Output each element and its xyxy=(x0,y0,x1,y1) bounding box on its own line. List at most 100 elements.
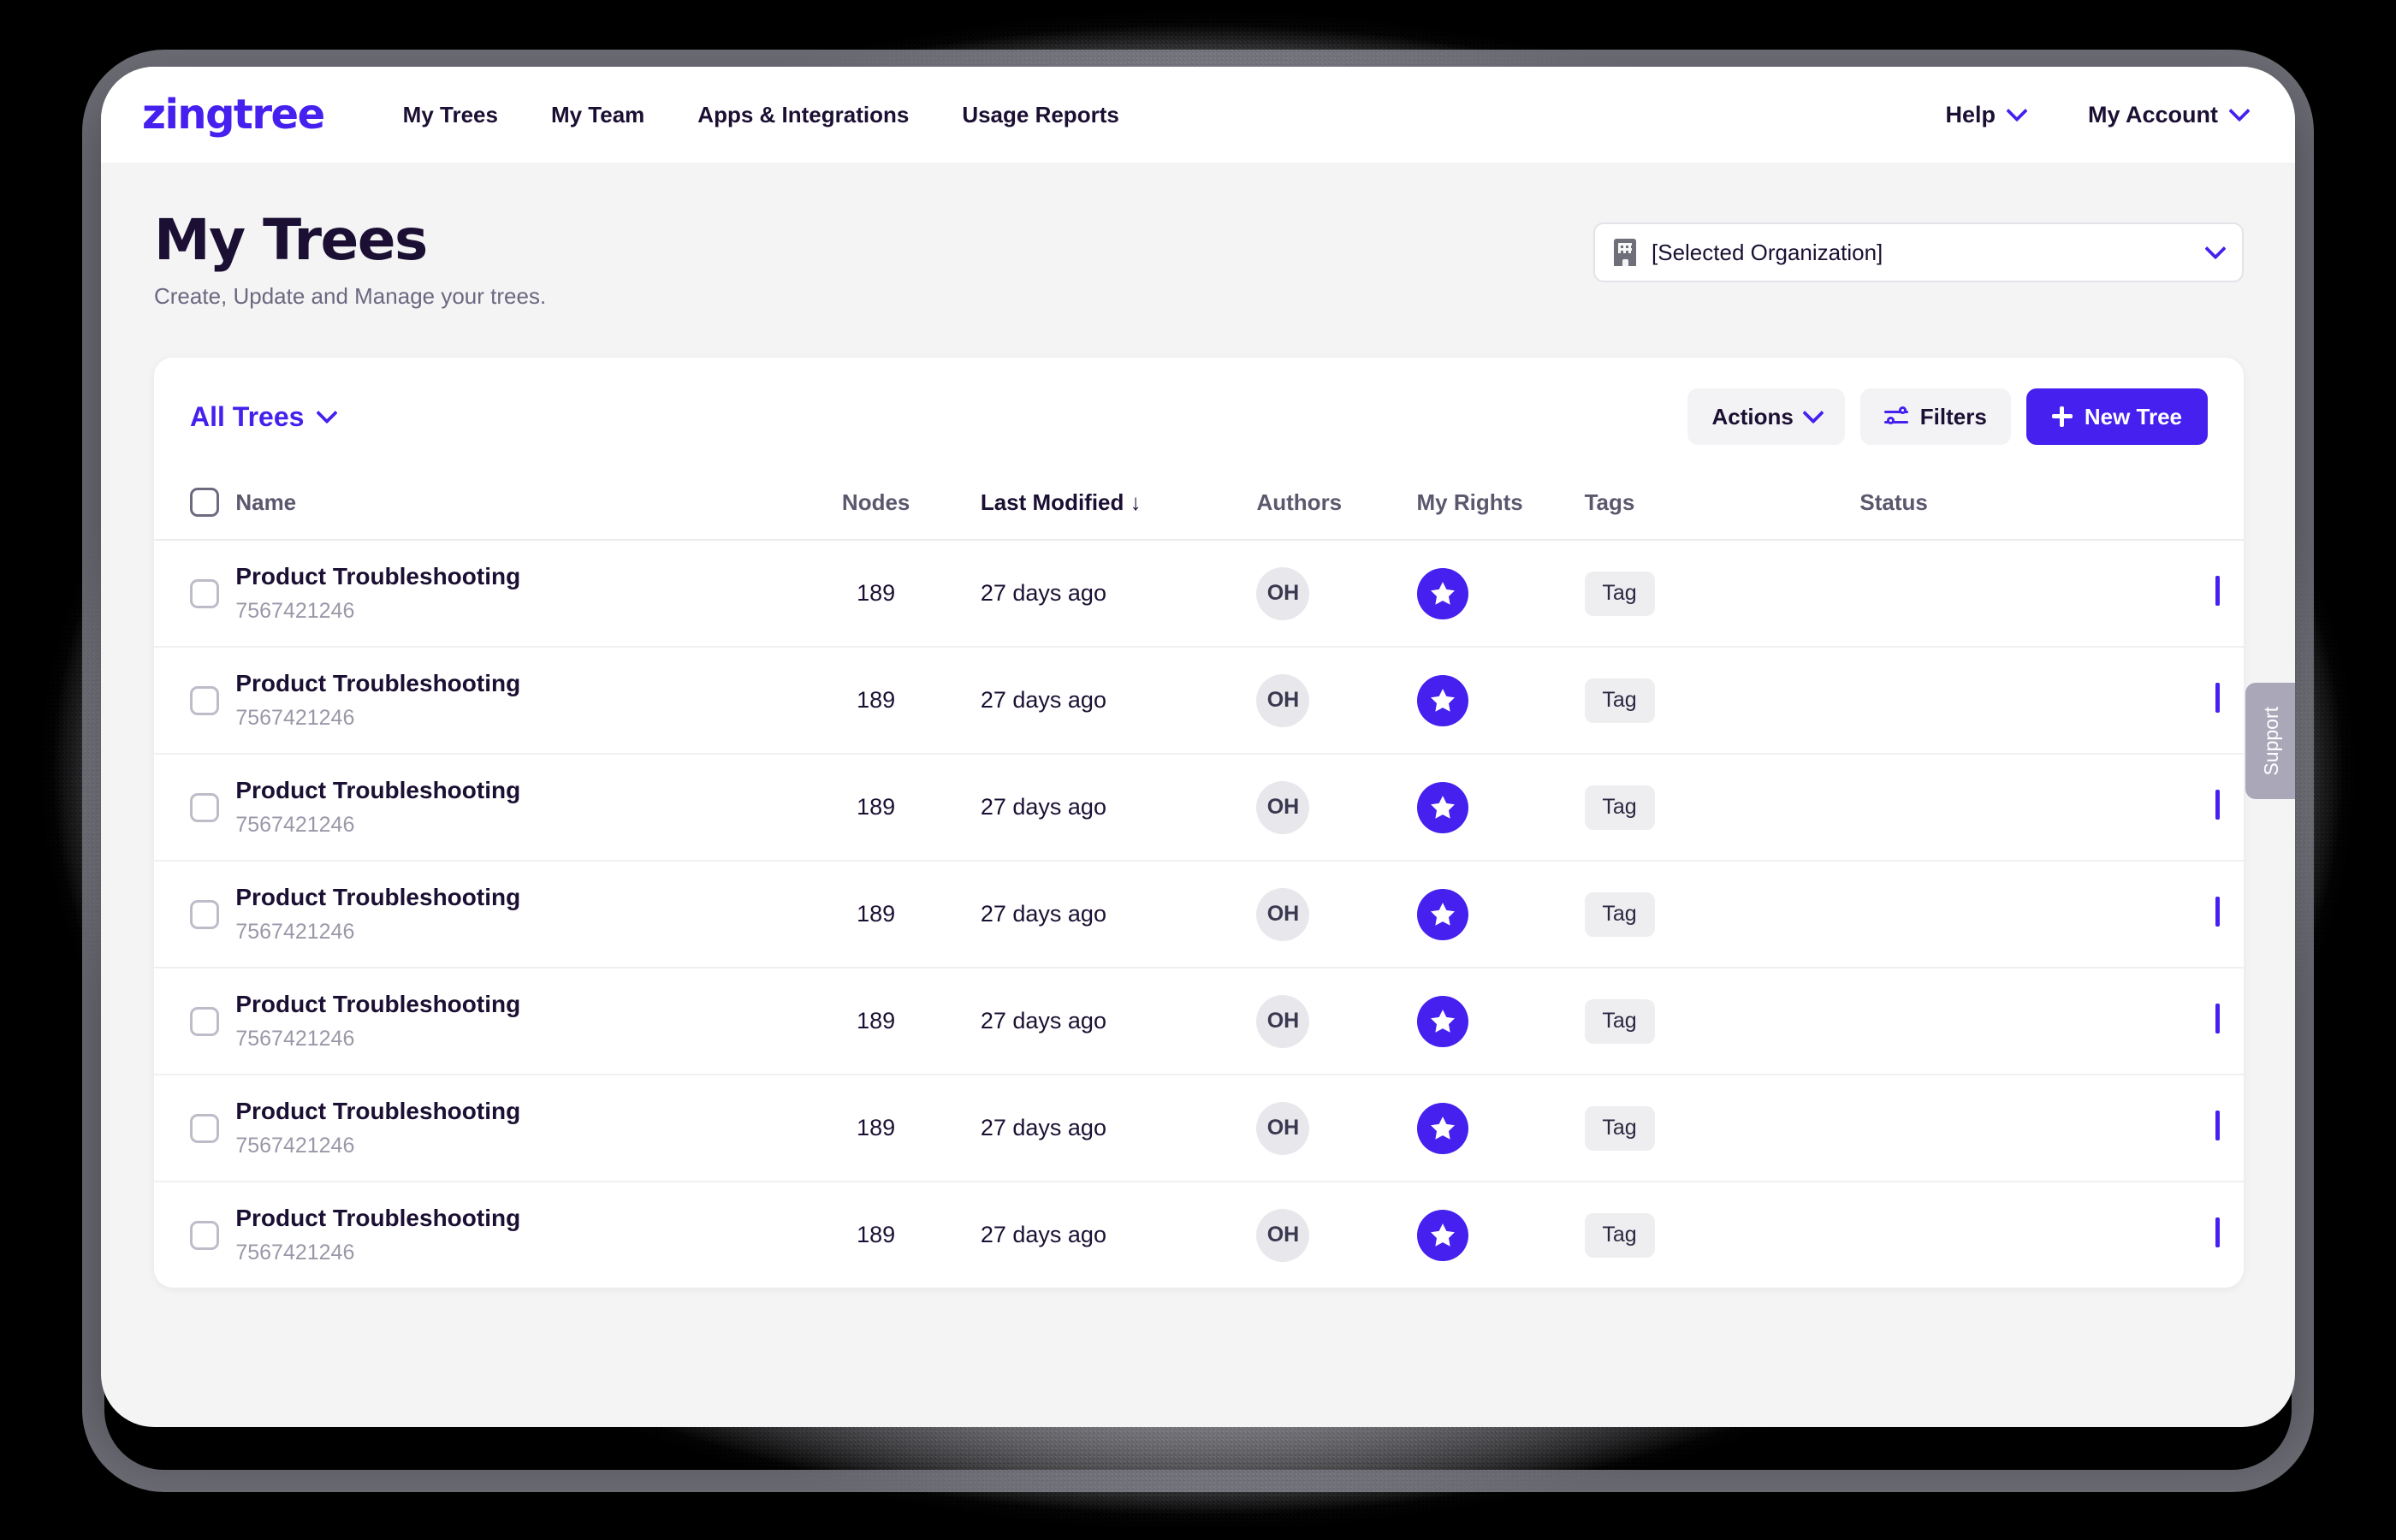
avatar[interactable]: OH xyxy=(1256,673,1310,727)
sliders-icon xyxy=(1883,406,1908,426)
chevron-right-icon[interactable] xyxy=(2215,1004,2220,1034)
avatar[interactable]: OH xyxy=(1256,994,1310,1048)
column-header-authors[interactable]: Authors xyxy=(1256,472,1417,542)
nav-link-my-trees[interactable]: My Trees xyxy=(403,102,498,128)
row-last-modified-cell: 27 days ago xyxy=(980,1222,1106,1248)
filters-button[interactable]: Filters xyxy=(1859,388,2011,446)
table-row[interactable]: Product Troubleshooting 7567421246 189 27 d… xyxy=(154,754,2244,862)
all-trees-filter-dropdown[interactable]: All Trees xyxy=(190,400,339,433)
tag-badge[interactable]: Tag xyxy=(1584,571,1655,616)
row-authors-cell: OH xyxy=(1256,540,1417,649)
actions-button-label: Actions xyxy=(1711,403,1794,429)
tree-name[interactable]: Product Troubleshooting xyxy=(235,563,771,590)
avatar[interactable]: OH xyxy=(1256,566,1310,620)
tag-badge[interactable]: Tag xyxy=(1584,998,1655,1044)
new-tree-button[interactable]: New Tree xyxy=(2025,388,2208,446)
all-trees-filter-label: All Trees xyxy=(190,400,305,432)
row-name-cell: Product Troubleshooting 7567421246 xyxy=(235,861,772,969)
row-select-cell xyxy=(154,754,236,862)
row-checkbox[interactable] xyxy=(190,685,219,715)
chevron-right-icon[interactable] xyxy=(2215,576,2220,607)
table-row[interactable]: Product Troubleshooting 7567421246 189 27 d… xyxy=(154,968,2244,1076)
row-checkbox[interactable] xyxy=(190,1220,219,1250)
row-last-modified-cell: 27 days ago xyxy=(980,968,1257,1076)
column-header-last-modified[interactable]: Last Modified ↓ xyxy=(980,472,1257,542)
row-open-cell xyxy=(2126,968,2244,1076)
nav-link-apps-integrations[interactable]: Apps & Integrations xyxy=(697,102,909,128)
row-my-rights-cell xyxy=(1416,1075,1585,1183)
tree-name[interactable]: Product Troubleshooting xyxy=(235,670,771,697)
tree-id: 7567421246 xyxy=(235,599,355,624)
table-row[interactable]: Product Troubleshooting 7567421246 189 27 d… xyxy=(154,540,2244,649)
tree-name[interactable]: Product Troubleshooting xyxy=(235,777,771,804)
chevron-right-icon[interactable] xyxy=(2215,1217,2220,1248)
star-icon[interactable] xyxy=(1416,995,1468,1047)
chevron-down-icon xyxy=(2228,100,2251,122)
row-authors-cell: OH xyxy=(1256,861,1417,969)
nav-menu-my-account[interactable]: My Account xyxy=(2088,100,2251,128)
row-tags-cell: Tag xyxy=(1584,1075,1860,1183)
tree-id: 7567421246 xyxy=(235,920,355,945)
chevron-right-icon[interactable] xyxy=(2215,683,2220,714)
tag-badge[interactable]: Tag xyxy=(1584,678,1655,723)
row-name-cell: Product Troubleshooting 7567421246 xyxy=(235,1075,772,1183)
row-checkbox[interactable] xyxy=(190,1113,219,1143)
tag-badge[interactable]: Tag xyxy=(1584,785,1655,830)
table-row[interactable]: Product Troubleshooting 7567421246 189 27 d… xyxy=(154,1075,2244,1183)
chevron-right-icon[interactable] xyxy=(2215,1111,2220,1141)
row-checkbox[interactable] xyxy=(190,578,219,608)
tree-name[interactable]: Product Troubleshooting xyxy=(235,1205,771,1232)
column-header-status[interactable]: Status xyxy=(1859,472,2127,542)
column-header-tags[interactable]: Tags xyxy=(1584,472,1860,542)
star-icon[interactable] xyxy=(1416,674,1468,726)
row-tags-cell: Tag xyxy=(1584,968,1860,1076)
column-header-spacer xyxy=(2126,472,2244,542)
nav-link-usage-reports[interactable]: Usage Reports xyxy=(962,102,1119,128)
sort-arrow-icon: ↓ xyxy=(1130,489,1142,515)
nav-menu-help-label: Help xyxy=(1945,101,1996,127)
column-header-name[interactable]: Name xyxy=(235,472,772,542)
row-checkbox[interactable] xyxy=(190,899,219,929)
avatar[interactable]: OH xyxy=(1256,887,1310,941)
column-header-my-rights[interactable]: My Rights xyxy=(1416,472,1585,542)
avatar[interactable]: OH xyxy=(1256,780,1310,834)
chevron-right-icon[interactable] xyxy=(2215,897,2220,927)
organization-selector[interactable]: [Selected Organization] xyxy=(1593,222,2244,282)
actions-button[interactable]: Actions xyxy=(1687,388,1845,446)
support-tab[interactable]: Support xyxy=(2245,683,2295,799)
tag-badge[interactable]: Tag xyxy=(1584,1212,1655,1258)
tree-id: 7567421246 xyxy=(235,1241,355,1265)
tag-badge[interactable]: Tag xyxy=(1584,1105,1655,1151)
chevron-right-icon[interactable] xyxy=(2215,790,2220,820)
row-select-cell xyxy=(154,540,236,649)
select-all-checkbox[interactable] xyxy=(190,488,219,518)
chevron-down-icon xyxy=(316,402,339,424)
avatar[interactable]: OH xyxy=(1256,1101,1310,1155)
table-row[interactable]: Product Troubleshooting 7567421246 189 27 d… xyxy=(154,647,2244,755)
star-icon[interactable] xyxy=(1416,781,1468,833)
row-open-cell xyxy=(2126,1182,2244,1288)
trees-table-body: Product Troubleshooting 7567421246 189 27 d… xyxy=(154,540,2244,1288)
tree-name[interactable]: Product Troubleshooting xyxy=(235,1098,771,1125)
row-nodes-cell: 189 xyxy=(857,1222,896,1248)
star-icon[interactable] xyxy=(1416,1209,1468,1261)
page-title: My Trees xyxy=(154,207,428,273)
avatar[interactable]: OH xyxy=(1256,1208,1310,1262)
nav-link-my-team[interactable]: My Team xyxy=(551,102,644,128)
tree-name[interactable]: Product Troubleshooting xyxy=(235,884,771,911)
nav-menu-help[interactable]: Help xyxy=(1945,100,2028,128)
screenshot-frame: zingtree My Trees My Team Apps & Integra… xyxy=(0,0,2396,1540)
zingtree-logo[interactable]: zingtree xyxy=(142,94,325,135)
row-checkbox[interactable] xyxy=(190,792,219,822)
tree-id: 7567421246 xyxy=(235,1027,355,1051)
star-icon[interactable] xyxy=(1416,1102,1468,1154)
star-icon[interactable] xyxy=(1416,888,1468,940)
table-row[interactable]: Product Troubleshooting 7567421246 189 27 d… xyxy=(154,861,2244,969)
column-header-nodes[interactable]: Nodes xyxy=(771,472,981,542)
building-icon xyxy=(1614,239,1636,266)
star-icon[interactable] xyxy=(1416,567,1468,619)
tag-badge[interactable]: Tag xyxy=(1584,891,1655,937)
row-checkbox[interactable] xyxy=(190,1006,219,1036)
table-row[interactable]: Product Troubleshooting 7567421246 189 27 d… xyxy=(154,1182,2244,1288)
tree-name[interactable]: Product Troubleshooting xyxy=(235,991,771,1018)
